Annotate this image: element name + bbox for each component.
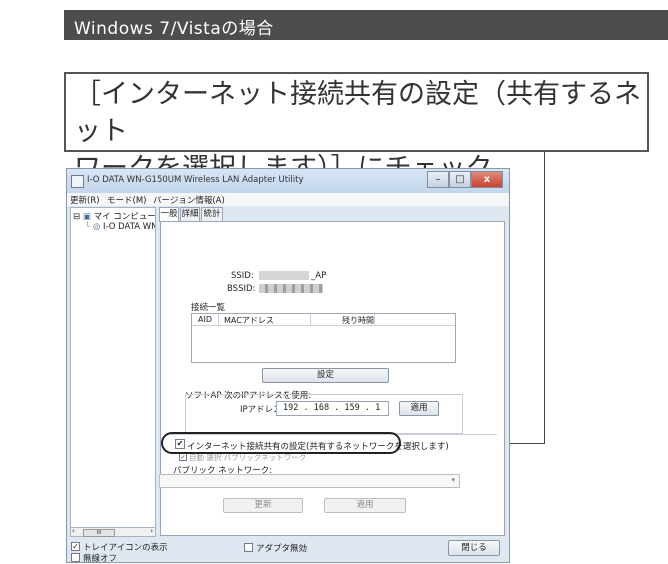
settings-button[interactable]: 設定: [262, 368, 389, 383]
auto-select-checkbox[interactable]: ✓: [179, 453, 187, 461]
section-header-text: Windows 7/Vistaの場合: [74, 19, 274, 39]
column-aid[interactable]: AID: [198, 315, 212, 324]
title-bar[interactable]: I-O DATA WN-G150UM Wireless LAN Adapter …: [67, 169, 509, 193]
column-mac[interactable]: MACアドレス: [224, 315, 274, 326]
apply-public-button[interactable]: 適用: [324, 498, 406, 513]
scroll-thumb[interactable]: III: [83, 529, 115, 537]
utility-window: I-O DATA WN-G150UM Wireless LAN Adapter …: [66, 168, 510, 564]
callout-line-1: ［インターネット接続共有の設定（共有するネット: [74, 79, 641, 147]
computer-icon: ▣: [82, 212, 91, 222]
tray-icon-checkbox[interactable]: ✓: [71, 542, 80, 551]
apply-ip-button[interactable]: 適用: [399, 401, 439, 416]
callout-box: ［インターネット接続共有の設定（共有するネット ワークを選択します）］にチェック: [64, 72, 649, 184]
softap-group: IPアドレス: 192 . 168 . 159 . 1 適用: [185, 394, 463, 434]
minimize-button[interactable]: –: [427, 171, 449, 188]
tab-details[interactable]: 詳細: [180, 207, 200, 221]
tree-root-label: マイ コンピュータ: [93, 212, 156, 222]
column-separator: [310, 314, 311, 325]
tree-branch-icon: └: [85, 222, 91, 232]
maximize-button[interactable]: □: [449, 171, 471, 188]
connection-list[interactable]: AID MACアドレス 残り時間: [191, 313, 456, 363]
scroll-right-icon[interactable]: ›: [150, 527, 153, 535]
app-icon: [71, 175, 84, 188]
adapter-disable-checkbox[interactable]: [244, 543, 253, 552]
close-button[interactable]: 閉じる: [448, 540, 500, 556]
menu-update[interactable]: 更新(R): [70, 194, 100, 206]
ip-address-field[interactable]: 192 . 168 . 159 . 1: [276, 401, 389, 416]
close-window-button[interactable]: x: [471, 171, 503, 188]
ip-address-value: 192 . 168 . 159 . 1: [283, 403, 381, 413]
ics-highlight-ring: [161, 432, 401, 454]
tree-horizontal-scrollbar[interactable]: ‹ III ›: [70, 527, 156, 537]
adapter-disable-label: アダプタ無効: [256, 544, 308, 554]
connection-list-header: AID MACアドレス 残り時間: [192, 314, 455, 326]
update-button[interactable]: 更新: [223, 498, 303, 513]
bssid-value-redacted: [259, 284, 323, 293]
scroll-left-icon[interactable]: ‹: [72, 527, 75, 535]
connection-list-label: 接続一覧: [191, 303, 226, 313]
column-separator: [374, 314, 375, 325]
menu-version[interactable]: バージョン情報(A): [153, 194, 225, 206]
chevron-down-icon[interactable]: ▾: [451, 476, 455, 484]
section-header: Windows 7/Vistaの場合: [64, 10, 668, 40]
tree-child-label: I-O DATA WN: [102, 222, 156, 232]
tab-statistics[interactable]: 統計: [201, 207, 223, 221]
menu-mode[interactable]: モード(M): [107, 194, 146, 206]
ssid-label: SSID:: [231, 271, 254, 281]
column-remaining[interactable]: 残り時間: [342, 315, 374, 326]
tree-expand-icon[interactable]: ⊟: [73, 212, 80, 222]
tree-root[interactable]: ⊟ ▣ マイ コンピュータ: [73, 210, 156, 222]
general-tab-panel: SSID: _AP BSSID: 接続一覧 AID MACアドレス 残り時間 設…: [160, 221, 505, 536]
window-controls: – □ x: [427, 171, 503, 188]
ssid-value-redacted: [259, 271, 309, 280]
radio-off-label: 無線オフ: [83, 554, 118, 564]
column-separator: [218, 314, 219, 325]
ssid-suffix: _AP: [311, 271, 327, 281]
radio-off-checkbox[interactable]: [71, 553, 80, 562]
tab-general[interactable]: 一般: [159, 207, 179, 222]
callout-connector-vertical: [544, 152, 545, 443]
menu-bar: 更新(R) モード(M) バージョン情報(A): [67, 193, 509, 206]
bssid-label: BSSID:: [227, 284, 256, 294]
wireless-adapter-icon: ◎: [92, 222, 101, 232]
device-tree[interactable]: ⊟ ▣ マイ コンピュータ └ ◎ I-O DATA WN: [70, 207, 156, 537]
tree-child[interactable]: └ ◎ I-O DATA WN: [85, 222, 156, 232]
window-title: I-O DATA WN-G150UM Wireless LAN Adapter …: [87, 175, 304, 185]
public-network-dropdown[interactable]: ▾: [159, 474, 460, 488]
